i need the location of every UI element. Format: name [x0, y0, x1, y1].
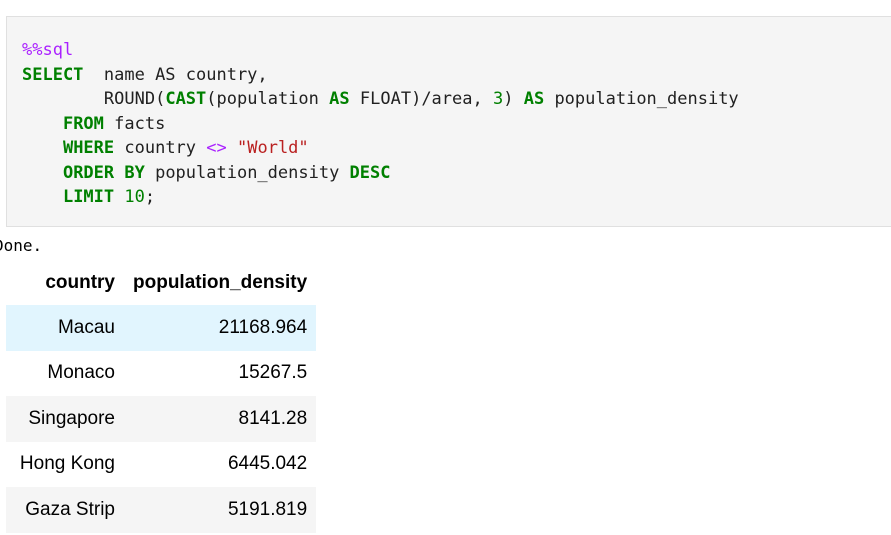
- keyword-as-alias: AS: [523, 89, 545, 109]
- where-column: country: [114, 138, 207, 158]
- cell-country: Singapore: [6, 396, 124, 442]
- table-row: Macau 21168.964: [6, 305, 317, 351]
- table-row: Monaco 15267.5: [6, 351, 316, 397]
- keyword-limit: LIMIT: [62, 187, 115, 207]
- statement-terminator: ;: [144, 187, 156, 207]
- type-float: FLOAT: [359, 89, 412, 109]
- table-row: Hong Kong 6445.042: [6, 442, 316, 488]
- number-limit: 10: [124, 187, 145, 207]
- keyword-select: SELECT: [22, 64, 84, 85]
- operator-not-equal: <>: [206, 138, 227, 158]
- keyword-desc: DESC: [349, 162, 391, 183]
- cell-magic: %%sql: [22, 40, 74, 60]
- cell-density: 6445.042: [227, 453, 308, 475]
- number-three: 3: [492, 89, 504, 109]
- cell-country: Hong Kong: [19, 453, 115, 475]
- func-round: ROUND: [103, 89, 156, 109]
- cell-country: Macau: [6, 305, 124, 351]
- table-row: Gaza Strip 5191.819: [6, 487, 317, 533]
- cell-country: Monaco: [47, 362, 115, 384]
- string-world: "World": [237, 138, 309, 158]
- division-area: /area,: [421, 89, 493, 109]
- order-column: population_density: [144, 162, 350, 183]
- header-population-density: population_density: [133, 272, 308, 293]
- cell-density: 15267.5: [238, 362, 308, 384]
- cell-density: 5191.819: [124, 487, 317, 533]
- sql-code-editor[interactable]: %%sql SELECT name AS country, ROUND(CAST…: [22, 38, 739, 210]
- header-country: country: [45, 272, 115, 293]
- select-columns: name AS country,: [83, 64, 268, 85]
- table-facts: facts: [103, 113, 166, 134]
- keyword-where: WHERE: [62, 138, 115, 158]
- code-cell[interactable]: %%sql SELECT name AS country, ROUND(CAST…: [6, 16, 891, 227]
- table-row: Singapore 8141.28: [6, 396, 317, 442]
- table-header-row: country population_density: [6, 261, 316, 305]
- output-status: Done.: [0, 236, 43, 255]
- cell-density: 21168.964: [124, 305, 317, 351]
- result-table: country population_density Macau 21168.9…: [6, 261, 317, 533]
- alias-population-density: population_density: [554, 89, 739, 109]
- column-population: population: [216, 89, 319, 109]
- func-cast: CAST: [165, 89, 207, 109]
- keyword-order-by: ORDER BY: [62, 162, 145, 183]
- cell-country: Gaza Strip: [6, 487, 124, 533]
- keyword-from: FROM: [62, 113, 104, 134]
- keyword-as: AS: [329, 89, 350, 109]
- cell-density: 8141.28: [124, 396, 317, 442]
